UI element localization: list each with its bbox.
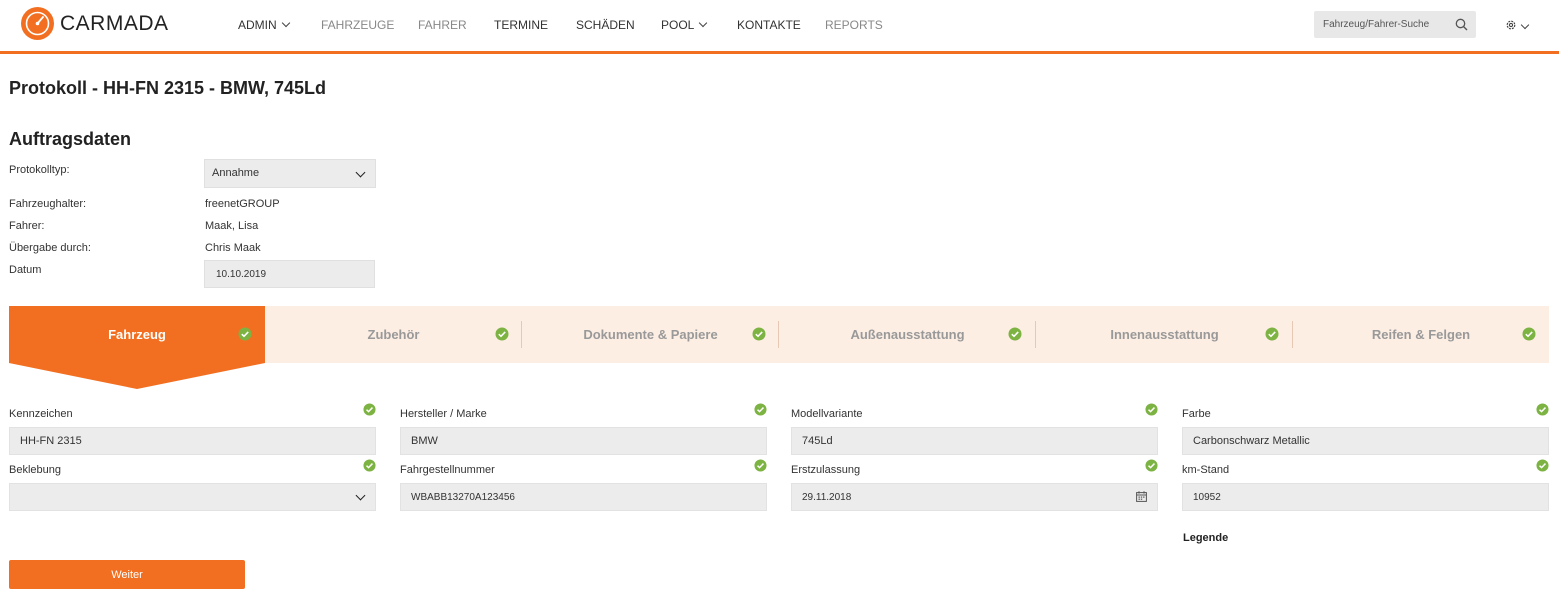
chevron-down-icon: [281, 18, 290, 28]
tab-dokumente-label: Dokumente & Papiere: [583, 327, 718, 342]
search-icon[interactable]: [1455, 18, 1468, 36]
kennzeichen-input[interactable]: HH-FN 2315: [9, 427, 376, 455]
nav-termine[interactable]: TERMINE: [494, 18, 548, 32]
nav-pool-label: POOL: [661, 18, 695, 32]
kennzeichen-value: HH-FN 2315: [20, 435, 82, 447]
search-input[interactable]: [1314, 11, 1444, 38]
nav-schaeden[interactable]: SCHÄDEN: [576, 18, 635, 32]
halter-value: freenetGROUP: [205, 198, 280, 210]
fin-label: Fahrgestellnummer: [400, 464, 495, 476]
fin-input[interactable]: WBABB13270A123456: [400, 483, 767, 511]
farbe-label: Farbe: [1182, 408, 1211, 420]
uebergabe-label: Übergabe durch:: [9, 242, 91, 254]
fahrer-label: Fahrer:: [9, 220, 45, 232]
chevron-down-icon: [1520, 20, 1530, 30]
check-circle-icon: [1522, 327, 1536, 344]
nav-pool[interactable]: POOL: [661, 18, 708, 32]
km-value: 10952: [1193, 492, 1221, 503]
page-title: Protokoll - HH-FN 2315 - BMW, 745Ld: [9, 78, 327, 98]
nav-reports-label: REPORTS: [825, 18, 883, 32]
check-circle-icon: [1145, 459, 1158, 477]
erstzulassung-value: 29.11.2018: [802, 492, 852, 503]
modell-label: Modellvariante: [791, 408, 863, 420]
logo-icon: [21, 7, 54, 40]
nav-fahrzeuge-label: FAHRZEUGE: [321, 18, 395, 32]
protokolltyp-select[interactable]: Annahme: [204, 159, 376, 188]
check-circle-icon: [1265, 327, 1279, 344]
nav-fahrer[interactable]: FAHRER: [418, 18, 467, 32]
protokolltyp-label: Protokolltyp:: [9, 164, 70, 176]
nav-reports[interactable]: REPORTS: [825, 18, 883, 32]
weiter-button[interactable]: Weiter: [9, 560, 245, 589]
tab-zubehoer[interactable]: Zubehör: [265, 306, 522, 363]
datum-value: 10.10.2019: [216, 269, 267, 280]
check-circle-icon: [495, 327, 509, 344]
km-input[interactable]: 10952: [1182, 483, 1549, 511]
check-circle-icon: [238, 327, 252, 344]
nav-kontakte[interactable]: KONTAKTE: [737, 18, 801, 32]
tab-aussenausstattung-label: Außenausstattung: [850, 327, 965, 342]
hersteller-input[interactable]: BMW: [400, 427, 767, 455]
tab-innenausstattung-label: Innenausstattung: [1110, 327, 1219, 342]
farbe-input[interactable]: Carbonschwarz Metallic: [1182, 427, 1549, 455]
datum-label: Datum: [9, 264, 42, 276]
tab-zubehoer-label: Zubehör: [367, 327, 420, 342]
hersteller-value: BMW: [411, 435, 438, 447]
nav-admin[interactable]: ADMIN: [238, 18, 290, 32]
halter-label: Fahrzeughalter:: [9, 198, 87, 210]
fahrer-value: Maak, Lisa: [205, 220, 259, 232]
km-label: km-Stand: [1182, 464, 1230, 476]
datum-field[interactable]: 10.10.2019: [204, 260, 375, 288]
nav-schaeden-label: SCHÄDEN: [576, 18, 635, 32]
search-box: [1314, 11, 1476, 38]
brand-name: CARMADA: [60, 11, 169, 35]
check-circle-icon: [1536, 403, 1549, 421]
tab-fahrzeug[interactable]: Fahrzeug: [9, 306, 265, 363]
tab-reifen-felgen[interactable]: Reifen & Felgen: [1293, 306, 1549, 363]
tab-fahrzeug-label: Fahrzeug: [108, 327, 166, 342]
check-circle-icon: [1008, 327, 1022, 344]
chevron-down-icon: [355, 490, 366, 501]
uebergabe-value: Chris Maak: [205, 242, 261, 254]
hersteller-label: Hersteller / Marke: [400, 408, 487, 420]
settings-menu[interactable]: [1505, 18, 1530, 36]
fin-value: WBABB13270A123456: [411, 492, 515, 503]
check-circle-icon: [1536, 459, 1549, 477]
beklebung-label: Beklebung: [9, 464, 61, 476]
protokolltyp-value: Annahme: [212, 167, 260, 179]
modell-input[interactable]: 745Ld: [791, 427, 1158, 455]
nav-kontakte-label: KONTAKTE: [737, 18, 801, 32]
gear-icon: [1505, 18, 1517, 36]
top-navbar: CARMADA ADMIN FAHRZEUGE FAHRER TERMINE S…: [0, 0, 1559, 54]
check-circle-icon: [1145, 403, 1158, 421]
nav-fahrzeuge[interactable]: FAHRZEUGE: [321, 18, 394, 32]
brand-logo[interactable]: CARMADA: [21, 7, 169, 40]
chevron-down-icon: [355, 167, 366, 178]
tab-aussenausstattung[interactable]: Außenausstattung: [779, 306, 1036, 363]
modell-value: 745Ld: [802, 435, 833, 447]
tab-reifen-felgen-label: Reifen & Felgen: [1371, 327, 1471, 342]
beklebung-select[interactable]: [9, 483, 376, 511]
tab-dokumente[interactable]: Dokumente & Papiere: [522, 306, 779, 363]
erstzulassung-label: Erstzulassung: [791, 464, 861, 476]
calendar-icon[interactable]: [1136, 491, 1147, 505]
legend-link[interactable]: Legende: [1183, 532, 1228, 544]
check-circle-icon: [363, 459, 376, 477]
protocol-steps: Fahrzeug Zubehör Dokumente & Papiere Auß…: [9, 306, 1549, 389]
nav-termine-label: TERMINE: [494, 18, 548, 32]
check-circle-icon: [752, 327, 766, 344]
check-circle-icon: [754, 403, 767, 421]
check-circle-icon: [363, 403, 376, 421]
farbe-value: Carbonschwarz Metallic: [1193, 435, 1310, 447]
tab-innenausstattung[interactable]: Innenausstattung: [1036, 306, 1293, 363]
check-circle-icon: [754, 459, 767, 477]
chevron-down-icon: [699, 18, 708, 28]
section-title: Auftragsdaten: [9, 129, 132, 149]
nav-admin-label: ADMIN: [238, 18, 277, 32]
nav-fahrer-label: FAHRER: [418, 18, 467, 32]
kennzeichen-label: Kennzeichen: [9, 408, 73, 420]
erstzulassung-input[interactable]: 29.11.2018: [791, 483, 1158, 511]
